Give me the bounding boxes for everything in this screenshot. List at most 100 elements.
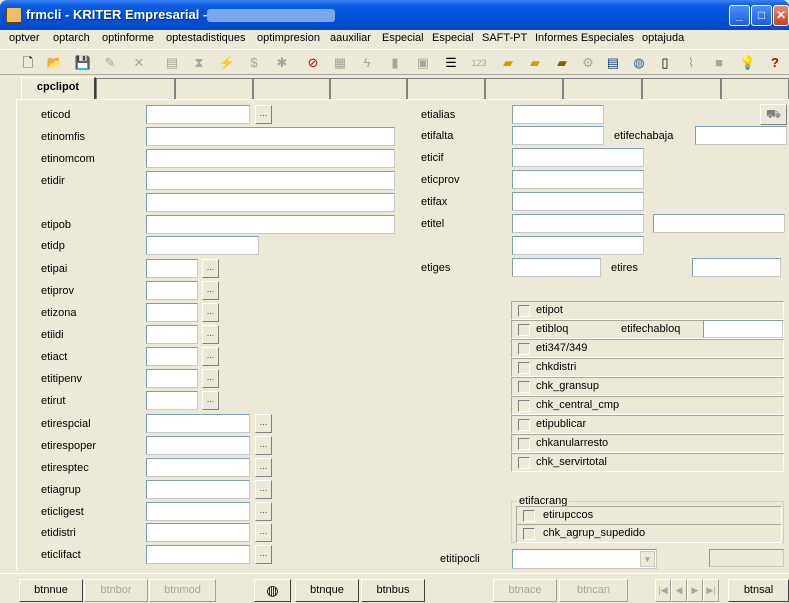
etipai-lookup-button[interactable]: ... <box>202 259 219 278</box>
close-button[interactable]: ✕ <box>773 5 789 26</box>
etirut-input[interactable] <box>146 391 198 410</box>
checkbox-chk-agrup-supedido[interactable] <box>523 528 535 540</box>
etiact-input[interactable] <box>146 347 198 366</box>
etirut-lookup-button[interactable]: ... <box>202 391 219 410</box>
tab-empty-8[interactable] <box>642 78 721 99</box>
etizona-lookup-button[interactable]: ... <box>202 303 219 322</box>
etiagrup-lookup-button[interactable]: ... <box>255 480 272 499</box>
no-entry-icon[interactable]: ⊘ <box>304 54 322 72</box>
eticif-input[interactable] <box>512 148 644 167</box>
etizona-input[interactable] <box>146 303 198 322</box>
checkbox-etibloq[interactable] <box>518 324 530 336</box>
etitel3-input[interactable] <box>512 236 644 255</box>
tab-cpclipot[interactable]: cpclipot <box>21 77 96 99</box>
checkbox-chk-central-cmp[interactable] <box>518 400 530 412</box>
checkbox-chkanularresto[interactable] <box>518 438 530 450</box>
calendar-icon[interactable]: ▤ <box>604 54 622 72</box>
tab-empty-5[interactable] <box>407 78 485 99</box>
last-record-icon[interactable]: ▶| <box>703 579 719 602</box>
previous-record-icon[interactable]: ◀ <box>671 579 687 602</box>
menu-optestadistiques[interactable]: optestadistiques <box>166 32 246 44</box>
etidistri-input[interactable] <box>146 523 250 542</box>
tab-empty-1[interactable] <box>96 78 175 99</box>
eticod-lookup-button[interactable]: ... <box>255 105 272 124</box>
btnace-button[interactable]: btnace <box>493 579 557 602</box>
etidp-input[interactable] <box>146 236 259 255</box>
calculator-icon[interactable]: ▣ <box>414 54 432 72</box>
etirespcial-lookup-button[interactable]: ... <box>255 414 272 433</box>
menu-aauxiliar[interactable]: aauxiliar <box>330 32 371 44</box>
btnbus-button[interactable]: btnbus <box>361 579 425 602</box>
checkbox-eti347-349[interactable] <box>518 343 530 355</box>
lightbulb-icon[interactable]: 💡 <box>739 54 757 72</box>
etifechabaja-input[interactable] <box>695 126 787 145</box>
eticprov-input[interactable] <box>512 170 644 189</box>
number-123-icon[interactable]: 123 <box>470 54 488 72</box>
etiprov-input[interactable] <box>146 281 198 300</box>
title-bar[interactable]: frmcli - KRITER Empresarial - _ □ ✕ <box>0 0 789 30</box>
etiresptec-input[interactable] <box>146 458 250 477</box>
lightning-icon[interactable]: ϟ <box>358 54 376 72</box>
etiges-input[interactable] <box>512 258 601 277</box>
checkbox-row-eti347-349[interactable]: eti347/349 <box>511 339 784 358</box>
menu-saft-pt[interactable]: SAFT-PT <box>482 32 527 44</box>
etirespoper-lookup-button[interactable]: ... <box>255 436 272 455</box>
etifax-input[interactable] <box>512 192 644 211</box>
etifalta-input[interactable] <box>512 126 604 145</box>
etiidi-input[interactable] <box>146 325 198 344</box>
checkbox-row-chk-agrup-supedido[interactable]: chk_agrup_supedido <box>516 524 782 543</box>
etiact-lookup-button[interactable]: ... <box>202 347 219 366</box>
etipob-input[interactable] <box>146 215 395 234</box>
checkbox-row-etipot[interactable]: etipot <box>511 301 784 320</box>
menu-optver[interactable]: optver <box>9 32 40 44</box>
etitipocli-select[interactable]: ▼ <box>512 549 657 569</box>
etialias-input[interactable] <box>512 105 604 124</box>
square-icon[interactable]: ■ <box>710 54 728 72</box>
page-icon[interactable]: ▯ <box>656 54 674 72</box>
grid-icon[interactable]: ▦ <box>331 54 349 72</box>
etinomcom-input[interactable] <box>146 149 395 168</box>
save-icon[interactable]: 💾 <box>74 54 92 72</box>
btnnue-button[interactable]: btnnue <box>19 579 83 602</box>
menu-informes-especiales[interactable]: Informes Especiales <box>535 32 634 44</box>
folder-card-icon[interactable]: ▰ <box>526 54 544 72</box>
etidir2-input[interactable] <box>146 193 395 212</box>
first-record-icon[interactable]: |◀ <box>655 579 671 602</box>
tab-empty-7[interactable] <box>563 78 642 99</box>
minimize-button[interactable]: _ <box>729 5 750 26</box>
tab-empty-2[interactable] <box>175 78 253 99</box>
list-icon[interactable]: ☰ <box>442 54 460 72</box>
menu-optimpresion[interactable]: optimpresion <box>257 32 320 44</box>
etinomfis-input[interactable] <box>146 127 395 146</box>
checkbox-row-chk-central-cmp[interactable]: chk_central_cmp <box>511 396 784 415</box>
checkbox-etirupccos[interactable] <box>523 510 535 522</box>
checkbox-etipublicar[interactable] <box>518 419 530 431</box>
menu-especial-2[interactable]: Especial <box>432 32 474 44</box>
gear-card-icon[interactable]: ⚙ <box>579 54 597 72</box>
checkbox-row-etibloq[interactable]: etibloq etifechabloq <box>511 320 784 339</box>
card-yellow-icon[interactable]: ▰ <box>499 54 517 72</box>
checkbox-row-chk-gransup[interactable]: chk_gransup <box>511 377 784 396</box>
clipboard-icon[interactable]: ▤ <box>163 54 181 72</box>
checkbox-row-chkanularresto[interactable]: chkanularresto <box>511 434 784 453</box>
btnsal-button[interactable]: btnsal <box>728 579 789 602</box>
checkbox-row-chkdistri[interactable]: chkdistri <box>511 358 784 377</box>
next-record-icon[interactable]: ▶ <box>687 579 703 602</box>
maximize-button[interactable]: □ <box>751 5 772 26</box>
checkbox-row-chk-servirtotal[interactable]: chk_servirtotal <box>511 453 784 472</box>
tab-empty-6[interactable] <box>485 78 563 99</box>
etidir-input[interactable] <box>146 171 395 190</box>
etiresptec-lookup-button[interactable]: ... <box>255 458 272 477</box>
car-icon[interactable]: ⛟ <box>760 104 787 125</box>
etiidi-lookup-button[interactable]: ... <box>202 325 219 344</box>
eticligest-lookup-button[interactable]: ... <box>255 502 272 521</box>
globe-icon[interactable]: ◍ <box>630 54 648 72</box>
btnmod-button[interactable]: btnmod <box>149 579 216 602</box>
btnbor-button[interactable]: btnbor <box>84 579 148 602</box>
bug-icon[interactable]: ✱ <box>273 54 291 72</box>
etitel2-input[interactable] <box>653 214 785 233</box>
eticlifact-input[interactable] <box>146 545 250 564</box>
dollar-icon[interactable]: $ <box>245 54 263 72</box>
filter-icon[interactable]: ⧗ <box>190 54 208 72</box>
open-folder-icon[interactable]: 📂 <box>46 54 64 72</box>
